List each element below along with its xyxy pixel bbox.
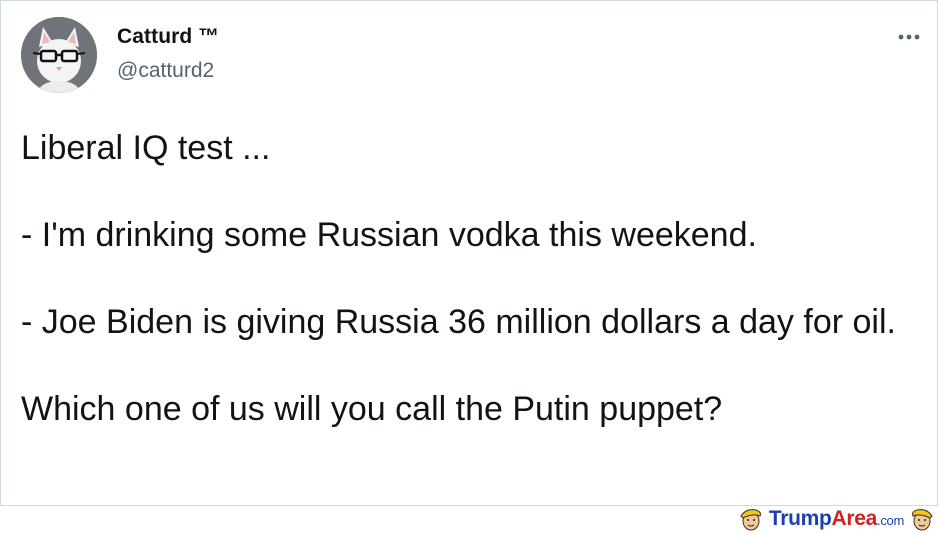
watermark-name-part1: Trump xyxy=(768,506,832,530)
more-horizontal-icon xyxy=(898,34,920,40)
watermark: TrumpArea.com xyxy=(738,505,935,532)
author-avatar[interactable] xyxy=(21,17,97,93)
watermark-logo-text: TrumpArea.com xyxy=(769,507,904,531)
tweet-card: Catturd ™ @catturd2 Liberal IQ test ... … xyxy=(0,0,938,506)
trump-face-icon xyxy=(740,508,761,530)
author-handle[interactable]: @catturd2 xyxy=(117,59,214,83)
watermark-domain-suffix: .com xyxy=(877,512,904,528)
author-display-name[interactable]: Catturd ™ xyxy=(117,25,219,49)
cat-avatar-icon xyxy=(21,17,97,93)
more-options-button[interactable] xyxy=(889,23,929,53)
trump-face-icon xyxy=(912,508,933,530)
tweet-text: Liberal IQ test ... - I'm drinking some … xyxy=(21,129,896,428)
watermark-name-part2: Area xyxy=(831,506,878,530)
